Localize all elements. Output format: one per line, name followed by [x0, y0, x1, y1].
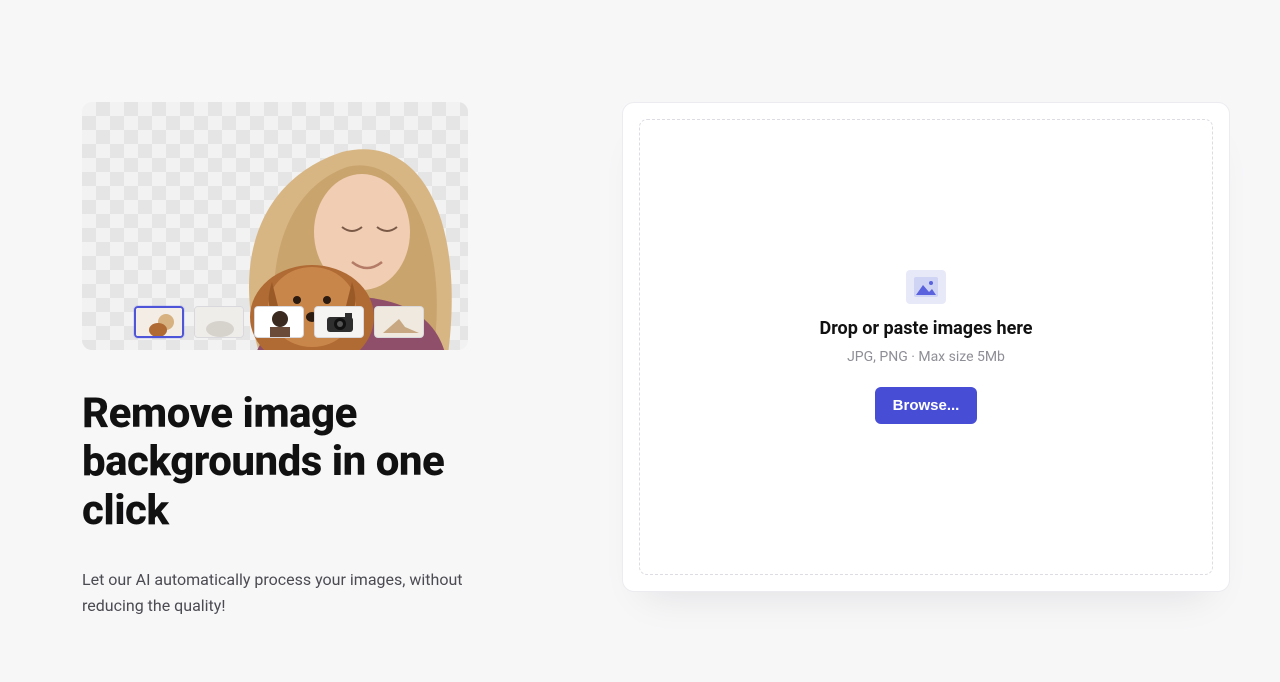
- hero-demo-image: [82, 102, 468, 350]
- upload-column: Drop or paste images here JPG, PNG · Max…: [622, 102, 1230, 620]
- sample-thumb-2[interactable]: [194, 306, 244, 338]
- sample-thumb-1[interactable]: [134, 306, 184, 338]
- intro-column: Remove image backgrounds in one click Le…: [82, 102, 502, 620]
- upload-card: Drop or paste images here JPG, PNG · Max…: [622, 102, 1230, 592]
- dropzone-hint: JPG, PNG · Max size 5Mb: [847, 349, 1005, 365]
- sample-thumbnail-strip: [134, 306, 424, 338]
- page-headline: Remove image backgrounds in one click: [82, 390, 502, 535]
- image-icon: [906, 270, 946, 304]
- sample-thumb-5[interactable]: [374, 306, 424, 338]
- browse-button[interactable]: Browse...: [875, 387, 978, 424]
- upload-dropzone[interactable]: Drop or paste images here JPG, PNG · Max…: [639, 119, 1213, 575]
- dropzone-title: Drop or paste images here: [820, 318, 1033, 339]
- sample-thumb-4[interactable]: [314, 306, 364, 338]
- page-subheadline: Let our AI automatically process your im…: [82, 567, 482, 620]
- sample-thumb-3[interactable]: [254, 306, 304, 338]
